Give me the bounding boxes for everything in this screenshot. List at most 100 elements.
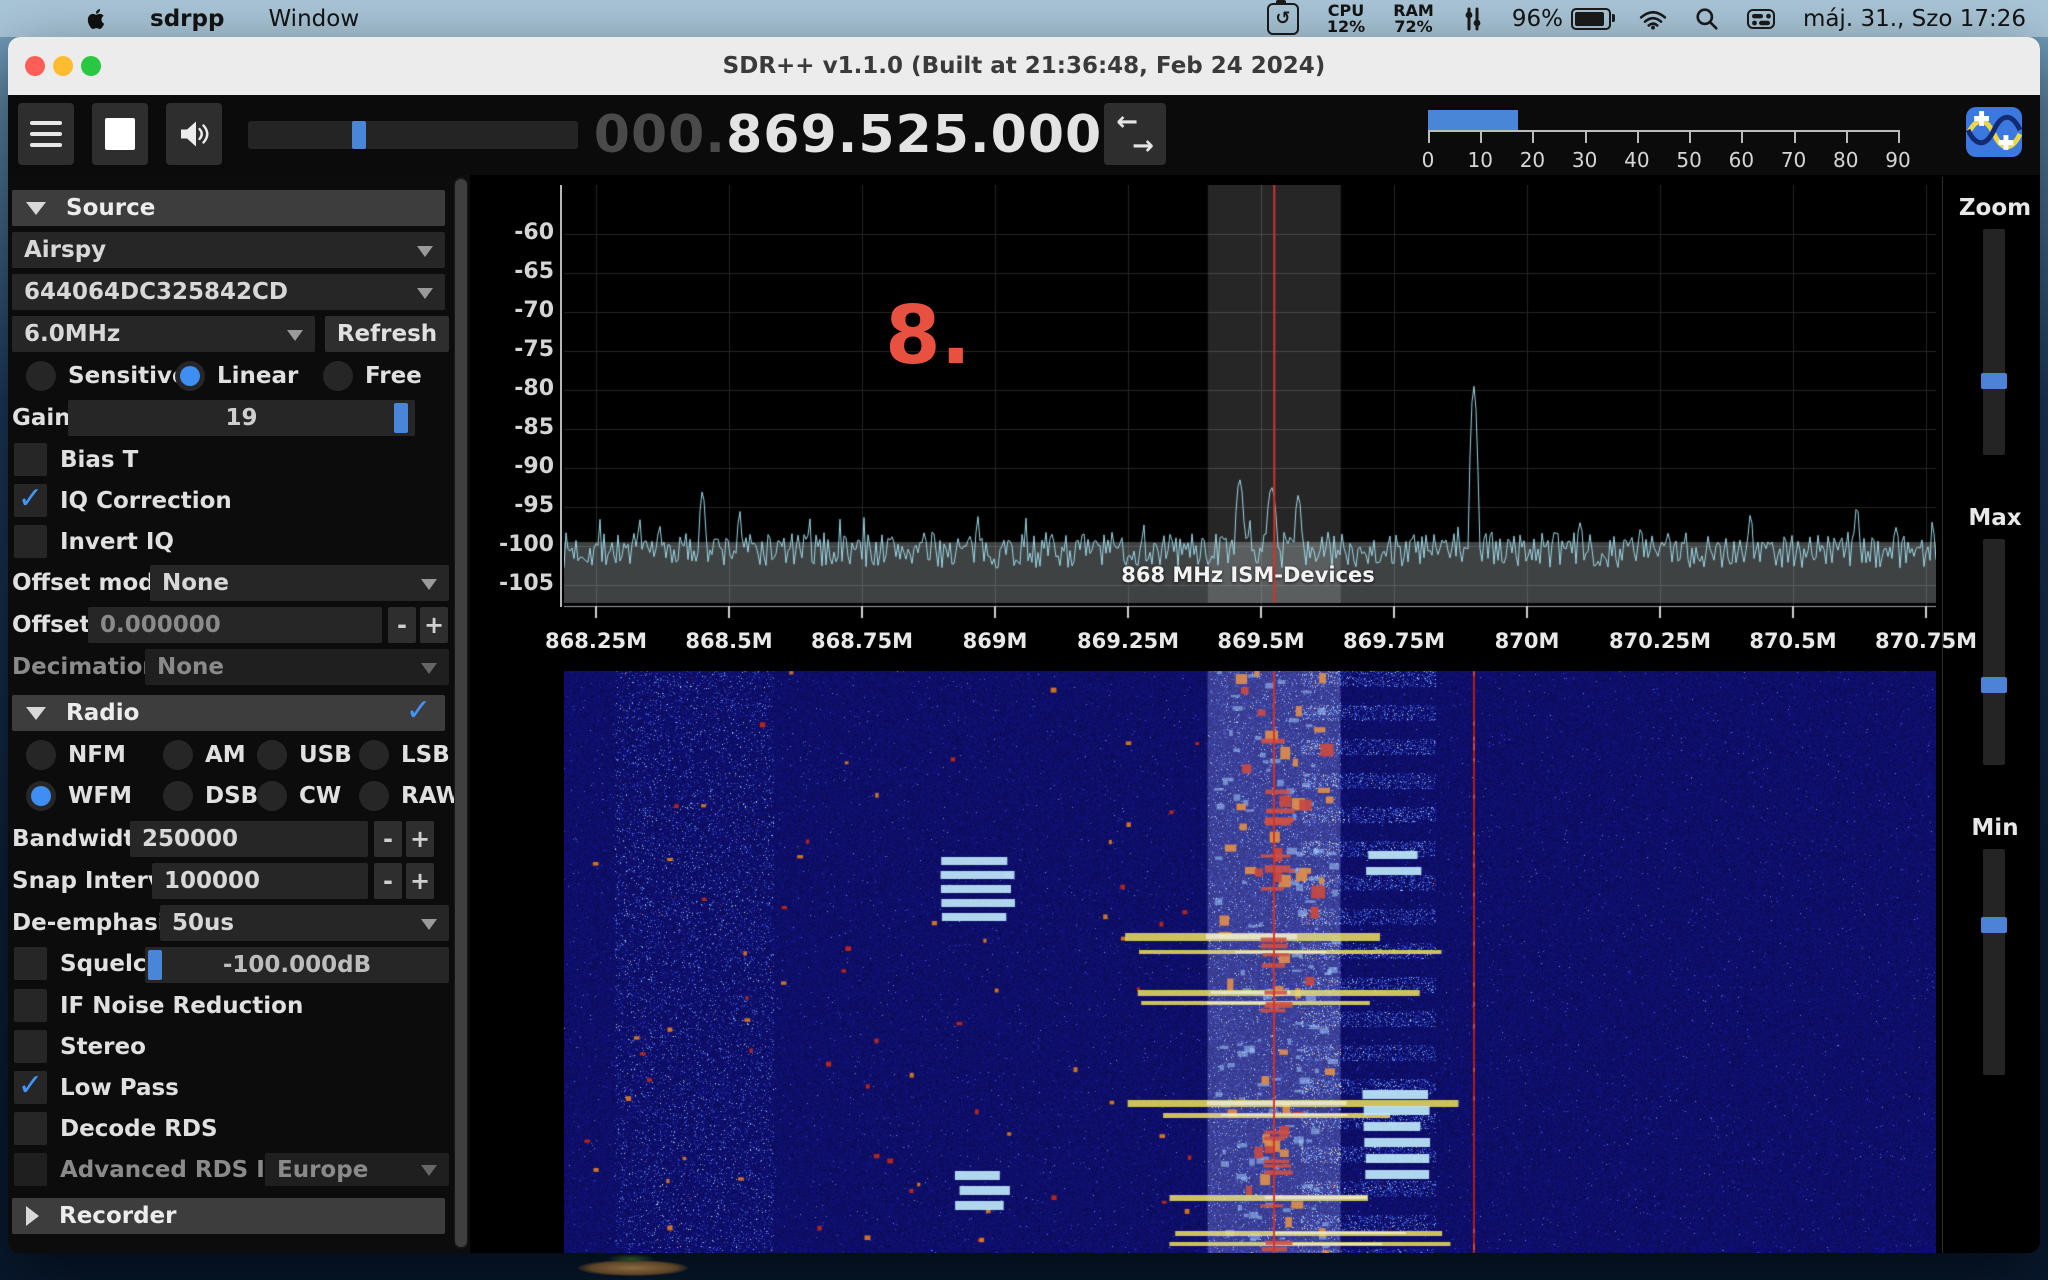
low-pass-label: Low Pass	[60, 1071, 179, 1104]
sdrpp-logo-icon[interactable]	[1966, 107, 2022, 157]
snap-increment-button[interactable]: +	[406, 863, 434, 899]
low-pass-checkbox[interactable]: ✓	[14, 1071, 47, 1104]
squelch-slider-handle[interactable]	[148, 950, 162, 980]
radio-button-icon[interactable]	[26, 781, 56, 811]
plot-right-border	[1942, 177, 1943, 1253]
min-slider-handle[interactable]	[1981, 917, 2007, 933]
device-serial-dropdown[interactable]: 644064DC325842CD	[12, 274, 445, 310]
radio-button-icon[interactable]	[359, 781, 389, 811]
gain-mode-linear[interactable]: Linear	[175, 361, 298, 391]
gain-mode-sensitive[interactable]: Sensitive	[26, 361, 188, 391]
invert-iq-checkbox[interactable]: ✓	[14, 525, 47, 558]
squelch-checkbox[interactable]: ✓	[14, 947, 47, 980]
sidebar-scrollbar-thumb[interactable]	[455, 179, 467, 1247]
gain-mode-free[interactable]: Free	[323, 361, 422, 391]
max-slider-handle[interactable]	[1981, 677, 2007, 693]
volume-slider-handle[interactable]	[352, 121, 366, 149]
frequency-display[interactable]: 000.869.525.000	[608, 99, 1088, 171]
snap-decrement-button[interactable]: -	[374, 863, 402, 899]
offset-decrement-button[interactable]: -	[388, 607, 416, 643]
offset-increment-button[interactable]: +	[420, 607, 448, 643]
snr-scale-tick	[1637, 130, 1639, 143]
decimation-label: Decimation	[12, 649, 159, 685]
zoom-slider[interactable]	[1983, 229, 2005, 455]
volume-slider[interactable]	[248, 121, 578, 149]
radio-button-icon[interactable]	[359, 740, 389, 770]
zoom-slider-handle[interactable]	[1981, 373, 2007, 389]
mute-button[interactable]	[166, 103, 222, 165]
mode-nfm[interactable]: NFM	[26, 740, 126, 770]
mode-label: LSB	[401, 742, 450, 768]
x-axis-tick-label: 869M	[935, 629, 1055, 653]
bias-t-checkbox[interactable]: ✓	[14, 443, 47, 476]
source-device-dropdown[interactable]: Airspy	[12, 232, 445, 268]
stop-button[interactable]	[92, 103, 148, 165]
tuning-mode-button[interactable]: ← →	[1104, 103, 1166, 165]
main-menu-button[interactable]	[18, 103, 74, 165]
squelch-slider[interactable]: -100.000dB	[145, 947, 449, 983]
gain-slider[interactable]: 19	[68, 400, 415, 436]
samplerate-dropdown[interactable]: 6.0MHz	[12, 316, 315, 352]
radio-panel-header[interactable]: Radio ✓	[12, 695, 445, 731]
source-panel-header[interactable]: Source	[12, 190, 445, 226]
radio-button-icon[interactable]	[257, 740, 287, 770]
sidebar: Source Airspy 644064DC325842CD 6.0MHz Re…	[8, 175, 452, 1253]
mode-label: DSB	[205, 783, 258, 809]
gain-slider-handle[interactable]	[394, 403, 408, 433]
waterfall-canvas[interactable]	[564, 671, 1936, 1253]
radio-button-icon[interactable]	[257, 781, 287, 811]
max-slider[interactable]	[1983, 539, 2005, 765]
mode-row-2: WFM DSB CW RAW	[8, 778, 452, 814]
menu-clock[interactable]: máj. 31., Szo 17:26	[1803, 6, 2026, 32]
iq-correction-checkbox[interactable]: ✓	[14, 484, 47, 517]
x-axis-tick-label: 870.5M	[1733, 629, 1853, 653]
radio-button-icon[interactable]	[175, 361, 205, 391]
offset-mode-dropdown[interactable]: None	[150, 565, 449, 601]
stereo-checkbox[interactable]: ✓	[14, 1030, 47, 1063]
mode-lsb[interactable]: LSB	[359, 740, 450, 770]
spotlight-search-icon[interactable]	[1695, 7, 1719, 31]
radio-enabled-checkmark[interactable]: ✓	[406, 693, 431, 728]
fft-y-axis-line	[560, 185, 562, 607]
gain-mode-label: Linear	[217, 363, 298, 389]
bandwidth-increment-button[interactable]: +	[406, 821, 434, 857]
tools-menu-icon[interactable]	[1462, 7, 1484, 31]
clipboard-history-icon[interactable]: ↺	[1267, 3, 1299, 35]
cpu-status[interactable]: CPU 12%	[1327, 3, 1365, 35]
mode-cw[interactable]: CW	[257, 781, 341, 811]
radio-button-icon[interactable]	[26, 361, 56, 391]
apple-menu-icon[interactable]	[86, 7, 106, 31]
menu-app-name[interactable]: sdrpp	[150, 6, 224, 32]
x-axis-tick-label: 869.75M	[1334, 629, 1454, 653]
offset-mode-label: Offset mode	[12, 565, 170, 601]
bandwidth-input[interactable]: 250000	[130, 821, 368, 857]
fft-spectrum-canvas[interactable]	[564, 185, 1936, 619]
offset-input[interactable]: 0.000000	[88, 607, 382, 643]
title-bar[interactable]: SDR++ v1.1.0 (Built at 21:36:48, Feb 24 …	[8, 37, 2040, 96]
mode-usb[interactable]: USB	[257, 740, 352, 770]
battery-status[interactable]: 96%	[1512, 6, 1611, 32]
toolbar: 000.869.525.000 ← → 0102030405060708090	[8, 95, 2040, 175]
wifi-icon[interactable]	[1639, 8, 1667, 30]
recorder-panel-header[interactable]: Recorder	[12, 1198, 445, 1234]
mode-raw[interactable]: RAW	[359, 781, 461, 811]
ram-status[interactable]: RAM 72%	[1393, 3, 1434, 35]
radio-button-icon[interactable]	[323, 361, 353, 391]
deemphasis-dropdown[interactable]: 50us	[160, 905, 449, 941]
mode-wfm[interactable]: WFM	[26, 781, 132, 811]
mode-am[interactable]: AM	[163, 740, 246, 770]
menu-window[interactable]: Window	[268, 6, 359, 32]
refresh-button[interactable]: Refresh	[325, 316, 449, 352]
control-center-icon[interactable]	[1747, 8, 1775, 30]
mode-dsb[interactable]: DSB	[163, 781, 258, 811]
if-noise-reduction-checkbox[interactable]: ✓	[14, 989, 47, 1022]
bandwidth-decrement-button[interactable]: -	[374, 821, 402, 857]
radio-button-icon[interactable]	[163, 740, 193, 770]
snap-interval-input[interactable]: 100000	[152, 863, 368, 899]
radio-button-icon[interactable]	[163, 781, 193, 811]
radio-button-icon[interactable]	[26, 740, 56, 770]
sidebar-scrollbar[interactable]	[454, 177, 468, 1249]
min-slider[interactable]	[1983, 849, 2005, 1075]
decode-rds-checkbox[interactable]: ✓	[14, 1112, 47, 1145]
chevron-down-icon	[417, 246, 433, 257]
